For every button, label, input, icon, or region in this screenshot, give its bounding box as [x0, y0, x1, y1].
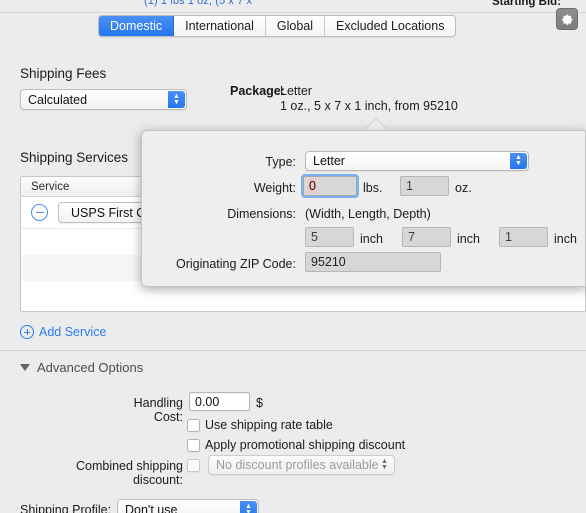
shipping-fees-heading: Shipping Fees [20, 66, 107, 81]
handling-cost-input[interactable]: 0.00 [189, 392, 250, 411]
use-shipping-rate-table-checkbox[interactable] [187, 419, 200, 432]
shipping-profile-label: Shipping Profile: [20, 503, 112, 513]
chevron-updown-icon: ▲ ▼ [510, 153, 527, 169]
top-divider [0, 12, 586, 13]
weight-oz-input[interactable]: 1 [400, 176, 449, 196]
tab-excluded-locations[interactable]: Excluded Locations [325, 16, 456, 36]
tab-international[interactable]: International [174, 16, 266, 36]
discount-profile-select-value: No discount profiles available [216, 458, 379, 472]
combined-shipping-discount-label: Combined shipping discount: [75, 459, 183, 487]
dimension-depth-unit: inch [554, 232, 577, 246]
popover-arrow [365, 119, 387, 130]
tab-domestic[interactable]: Domestic [99, 16, 175, 36]
package-type-value: Letter [280, 84, 312, 98]
weight-oz-value: 1 [406, 179, 413, 193]
shipping-location-tabs[interactable]: Domestic International Global Excluded L… [98, 15, 457, 37]
disclosure-triangle-icon [20, 364, 30, 371]
handling-cost-label: Handling Cost: [133, 396, 183, 424]
section-divider [0, 350, 586, 351]
dimension-depth-value: 1 [505, 230, 512, 244]
shipping-services-heading: Shipping Services [20, 150, 129, 165]
combined-shipping-discount-checkbox[interactable] [187, 459, 200, 472]
chevron-updown-icon: ▲ ▼ [168, 91, 185, 108]
dimensions-hint: (Width, Length, Depth) [305, 207, 431, 221]
handling-cost-value: 0.00 [195, 394, 220, 409]
clipped-starting-bid-label: Starting Bid: [492, 0, 561, 8]
apply-promotional-discount-label[interactable]: Apply promotional shipping discount [205, 438, 405, 452]
shipping-profile-select-value: Don't use [125, 502, 178, 513]
handling-cost-currency: $ [256, 396, 263, 410]
package-type-label: Type: [265, 155, 296, 169]
dimension-depth-input[interactable]: 1 [499, 227, 548, 247]
use-shipping-rate-table-label[interactable]: Use shipping rate table [205, 418, 333, 432]
originating-zip-value: 95210 [311, 255, 346, 269]
dimensions-label: Dimensions: [227, 207, 296, 221]
gear-icon [561, 14, 572, 25]
add-service-label: Add Service [39, 325, 107, 339]
shipping-fees-select[interactable]: Calculated ▲ ▼ [20, 89, 187, 110]
package-detail-value: 1 oz., 5 x 7 x 1 inch, from 95210 [280, 99, 458, 113]
weight-lbs-value: 0 [308, 179, 317, 193]
shipping-profile-select[interactable]: Don't use ▲ ▼ [117, 499, 259, 513]
clipped-package-text: (1) 1 lbs 1 oz, (5 x 7 x [144, 0, 253, 7]
weight-lbs-unit: lbs. [363, 181, 383, 195]
add-service-button[interactable]: Add Service [20, 325, 106, 339]
chevron-updown-icon: ▲ ▼ [381, 458, 388, 471]
package-label: Package: [230, 84, 285, 98]
column-header-service: Service [31, 180, 70, 193]
advanced-options-label: Advanced Options [37, 360, 144, 375]
dimension-length-unit: inch [457, 232, 480, 246]
discount-profile-select[interactable]: No discount profiles available ▲ ▼ [208, 455, 395, 475]
chevron-updown-icon: ▲ ▼ [240, 501, 257, 513]
weight-label: Weight: [253, 181, 296, 195]
settings-gear-button[interactable] [556, 8, 578, 30]
originating-zip-label: Originating ZIP Code: [176, 257, 296, 271]
weight-lbs-input[interactable]: 0 [301, 174, 359, 198]
weight-oz-unit: oz. [455, 181, 472, 195]
shipping-fees-select-value: Calculated [28, 92, 88, 107]
plus-circle-icon [20, 325, 34, 339]
tab-global[interactable]: Global [265, 16, 326, 36]
apply-promotional-discount-checkbox[interactable] [187, 439, 200, 452]
dimension-length-input[interactable]: 7 [402, 227, 451, 247]
dimension-length-value: 7 [408, 230, 415, 244]
package-type-select-value: Letter [313, 154, 345, 168]
minus-circle-icon[interactable] [31, 204, 48, 221]
dimension-width-unit: inch [360, 232, 383, 246]
package-type-select[interactable]: Letter ▲ ▼ [305, 151, 529, 171]
dimension-width-input[interactable]: 5 [305, 227, 354, 247]
advanced-options-toggle[interactable]: Advanced Options [20, 360, 143, 375]
originating-zip-input[interactable]: 95210 [305, 252, 441, 272]
dimension-width-value: 5 [311, 230, 318, 244]
